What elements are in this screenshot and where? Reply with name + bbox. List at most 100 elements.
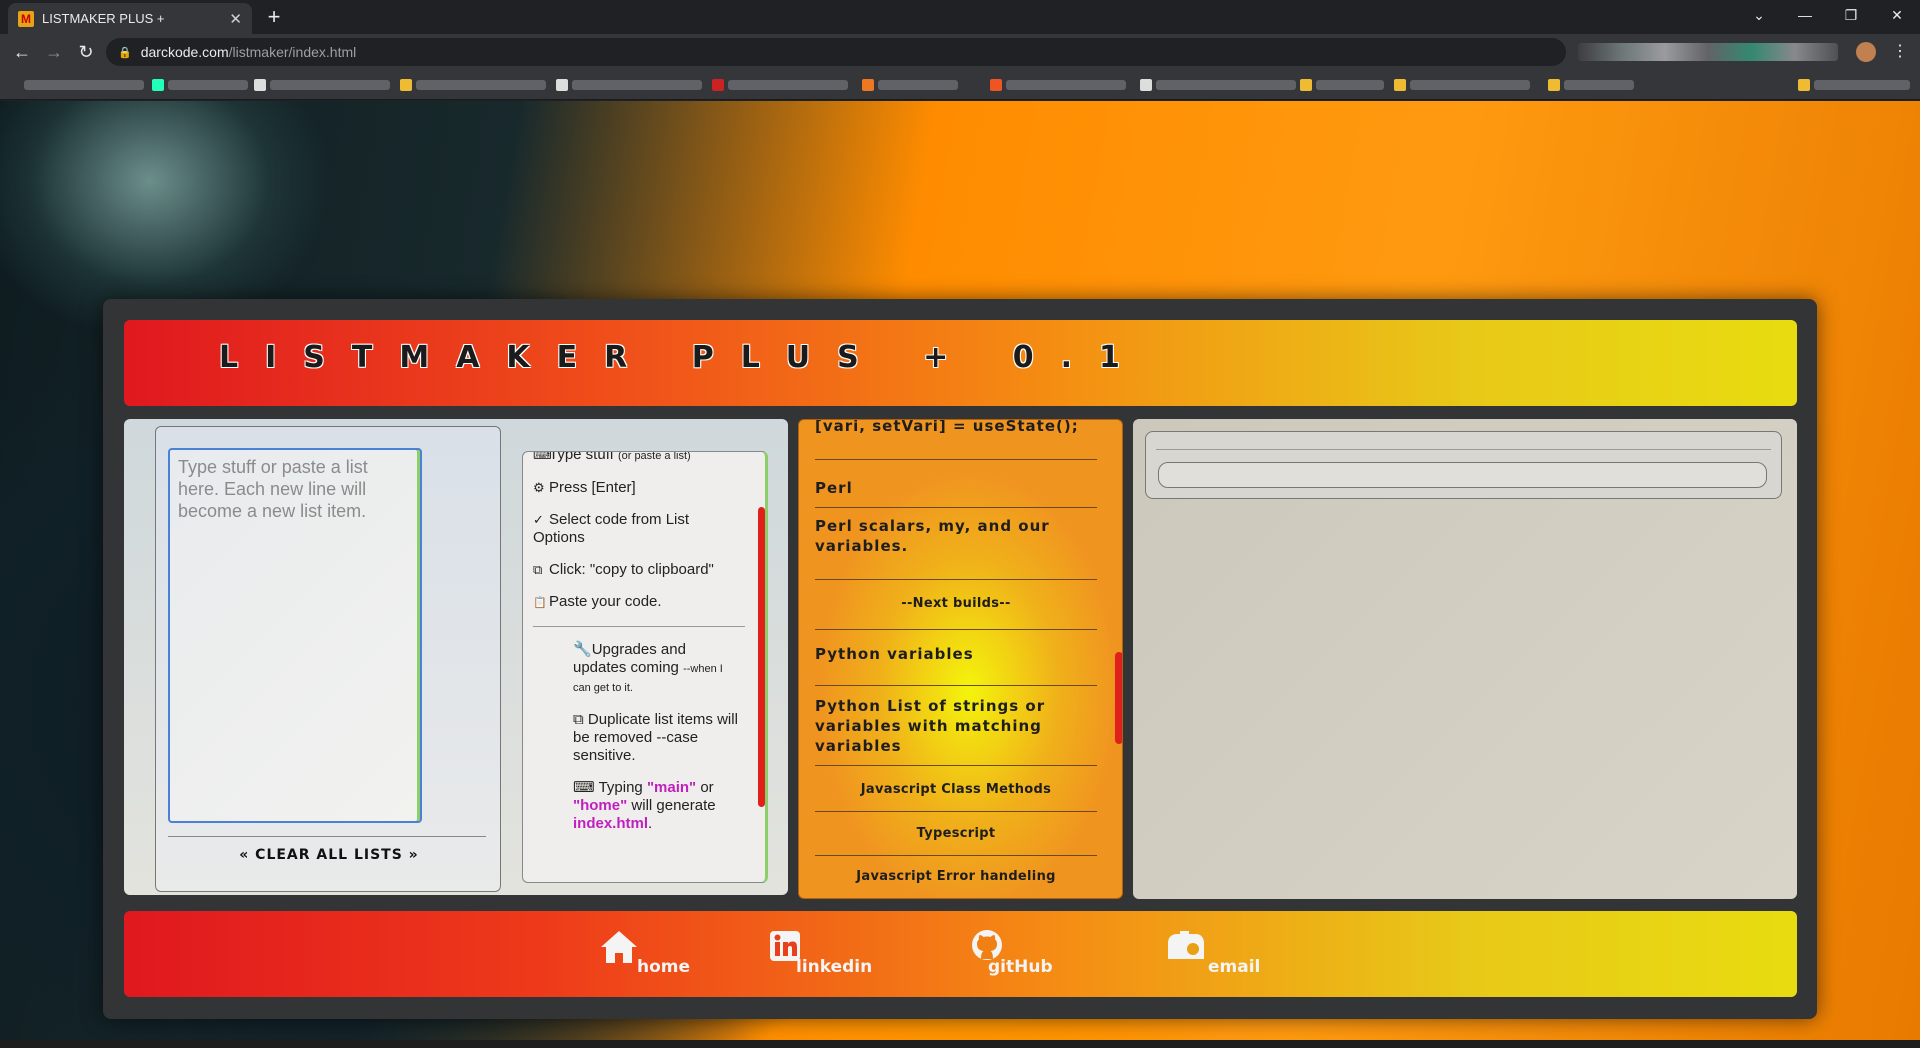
app-container: LISTMAKER PLUS + 0.1 « CLEAR ALL LISTS »… <box>103 299 1817 1019</box>
bookmark-favicon-icon <box>1140 79 1152 91</box>
note-text: or <box>696 779 714 796</box>
footer-link-github[interactable]: gitHub <box>970 929 1100 979</box>
instructions-scrollbar[interactable] <box>758 507 765 807</box>
divider <box>533 626 745 627</box>
list-option-item[interactable]: [vari, setVari] = useState(); <box>815 420 1097 460</box>
list-option-item[interactable]: Python variables <box>815 644 1097 686</box>
tab-title: LISTMAKER PLUS + <box>42 11 165 26</box>
app-title: LISTMAKER PLUS + 0.1 <box>219 340 1147 375</box>
bookmark-item[interactable] <box>1156 80 1296 90</box>
bookmark-favicon-icon <box>152 79 164 91</box>
bookmark-favicon-icon <box>1394 79 1406 91</box>
instruction-step: ⌨Type stuff (or paste a list) <box>523 451 743 465</box>
tab-close-icon[interactable]: ✕ <box>229 10 242 28</box>
browser-tab[interactable]: M LISTMAKER PLUS + ✕ <box>8 3 252 34</box>
app-footer: home linkedin gitHub email <box>124 911 1797 997</box>
bookmark-favicon-icon <box>400 79 412 91</box>
bookmark-favicon-icon <box>556 79 568 91</box>
bookmark-item[interactable] <box>1006 80 1126 90</box>
duplicate-icon: ⧉ <box>573 711 584 728</box>
address-bar[interactable]: 🔒 darckode.com /listmaker/index.html <box>106 38 1566 66</box>
list-option-item[interactable]: Python List of strings or variables with… <box>815 696 1097 766</box>
list-option-item[interactable]: Javascript Class Methods <box>815 782 1097 812</box>
bookmark-item[interactable] <box>1410 80 1530 90</box>
bookmark-item[interactable] <box>572 80 702 90</box>
instructions-panel[interactable]: ⌨Type stuff (or paste a list) ⚙ Press [En… <box>522 451 768 883</box>
bookmark-item[interactable] <box>1564 80 1634 90</box>
footer-link-label: linkedin <box>796 957 873 977</box>
window-close-icon[interactable]: ✕ <box>1874 0 1920 30</box>
input-card: « CLEAR ALL LISTS » <box>155 426 501 892</box>
bookmark-favicon-icon <box>990 79 1002 91</box>
profile-avatar[interactable] <box>1856 42 1876 62</box>
extensions-icons[interactable] <box>1578 43 1838 61</box>
forward-icon[interactable]: → <box>42 40 66 64</box>
keyboard-icon: ⌨ <box>573 779 595 796</box>
instruction-text: Type stuff <box>549 451 614 463</box>
keyword-home: "home" <box>573 797 628 814</box>
note-duplicates: ⧉ Duplicate list items will be removed -… <box>523 711 743 765</box>
divider <box>1156 449 1771 450</box>
browser-tabbar: M LISTMAKER PLUS + ✕ + ⌄ — ❐ ✕ <box>0 0 1920 34</box>
list-option-item[interactable]: Perl <box>815 478 1097 508</box>
clear-all-lists-button[interactable]: « CLEAR ALL LISTS » <box>156 847 502 863</box>
divider <box>168 836 486 837</box>
bookmark-item[interactable] <box>270 80 390 90</box>
lock-icon: 🔒 <box>118 46 132 59</box>
footer-link-linkedin[interactable]: linkedin <box>768 929 898 979</box>
new-tab-button[interactable]: + <box>260 5 288 31</box>
list-option-item[interactable]: Javascript Error handeling <box>815 869 1097 898</box>
back-icon[interactable]: ← <box>10 40 34 64</box>
bookmark-item[interactable] <box>728 80 848 90</box>
wrench-icon: 🔧 <box>573 641 592 658</box>
note-text: Duplicate list items will be removed --c… <box>573 711 738 764</box>
minimize-icon[interactable]: — <box>1782 0 1828 30</box>
list-input[interactable] <box>168 448 422 823</box>
mailbox-icon <box>1168 931 1204 959</box>
footer-link-email[interactable]: email <box>1166 929 1286 979</box>
bookmark-favicon-icon <box>1300 79 1312 91</box>
instruction-step: ✓ Select code from List Options <box>523 511 743 547</box>
bookmark-favicon-icon <box>862 79 874 91</box>
bookmark-favicon-icon <box>1548 79 1560 91</box>
note-text: . <box>648 815 653 832</box>
copy-icon: ⧉ <box>533 562 543 577</box>
url-path: /listmaker/index.html <box>228 44 357 60</box>
list-options-scrollbar[interactable] <box>1115 652 1122 744</box>
paste-icon: 📋 <box>533 597 547 609</box>
bookmark-item[interactable] <box>416 80 546 90</box>
bookmark-item[interactable] <box>168 80 248 90</box>
tab-search-icon[interactable]: ⌄ <box>1736 0 1782 30</box>
footer-link-home[interactable]: home <box>599 929 709 979</box>
footer-link-label: home <box>637 957 691 977</box>
keyword-index: index.html <box>573 815 649 832</box>
instruction-text: Select code from List Options <box>533 511 690 546</box>
output-field[interactable] <box>1158 462 1767 488</box>
bookmark-favicon-icon <box>712 79 724 91</box>
input-panel: « CLEAR ALL LISTS » ⌨Type stuff (or past… <box>124 419 788 895</box>
keyboard-icon: ⌨ <box>533 451 552 462</box>
reload-icon[interactable]: ↻ <box>74 40 98 64</box>
bookmark-item[interactable] <box>1316 80 1384 90</box>
bookmark-item[interactable] <box>878 80 958 90</box>
instruction-step: 📋 Paste your code. <box>523 593 743 612</box>
instruction-text: Click: "copy to clipboard" <box>549 561 714 578</box>
restore-icon[interactable]: ❐ <box>1828 0 1874 30</box>
instruction-text: Press [Enter] <box>549 479 636 496</box>
list-option-item[interactable]: Perl scalars, my, and our variables. <box>815 516 1097 580</box>
list-options-panel: [vari, setVari] = useState(); Perl Perl … <box>798 419 1123 899</box>
page-background: LISTMAKER PLUS + 0.1 « CLEAR ALL LISTS »… <box>0 101 1920 1041</box>
output-panel <box>1133 419 1797 899</box>
bookmark-item[interactable] <box>1814 80 1910 90</box>
bookmark-favicon-icon <box>1798 79 1810 91</box>
note-upgrades: 🔧Upgrades and updates coming --when I ca… <box>523 641 743 697</box>
site-favicon-icon: M <box>18 10 34 27</box>
note-text: will generate <box>627 797 716 814</box>
list-option-item[interactable]: Typescript <box>815 826 1097 856</box>
browser-menu-icon[interactable]: ⋮ <box>1892 41 1908 61</box>
bookmark-item[interactable] <box>24 80 144 90</box>
keyword-main: "main" <box>646 779 697 796</box>
instruction-text: Paste your code. <box>549 593 662 610</box>
gear-icon: ⚙ <box>533 480 545 495</box>
note-typing: ⌨ Typing "main" or "home" will generate … <box>523 779 743 833</box>
